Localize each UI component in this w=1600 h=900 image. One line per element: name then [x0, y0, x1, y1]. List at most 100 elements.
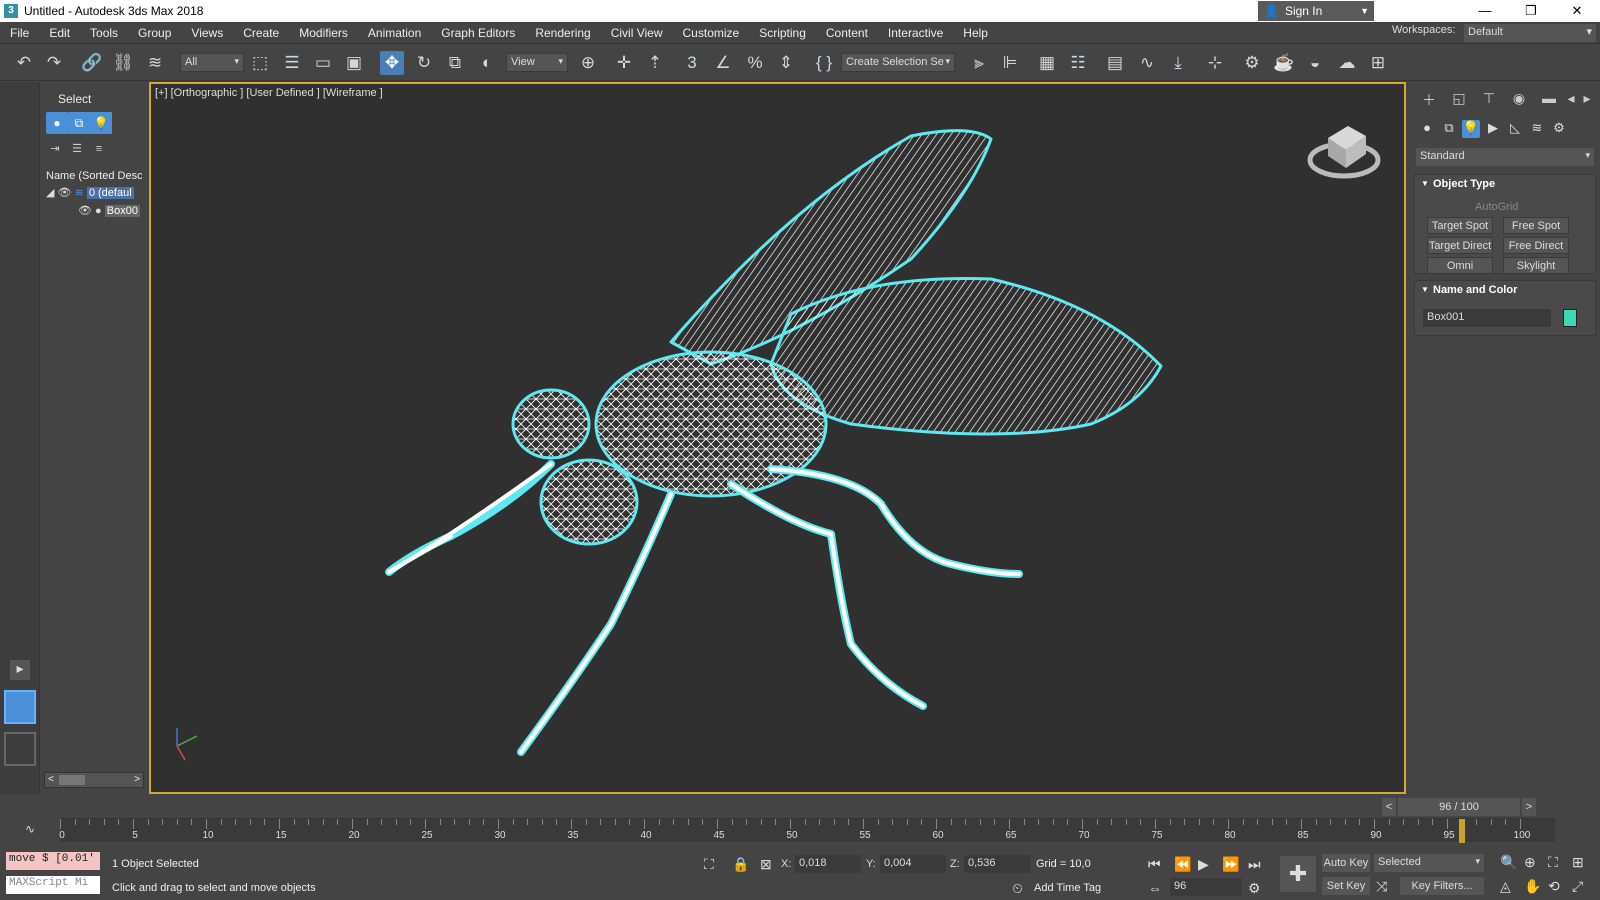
curve-editor-icon[interactable]: ∿ — [1135, 51, 1159, 75]
menu-tools[interactable]: Tools — [80, 26, 128, 40]
track-bar[interactable]: 0 5 10 15 20 25 30 35 40 45 50 55 60 65 70 75 80 85 90 95 10… — [59, 818, 1555, 843]
menu-civil-view[interactable]: Civil View — [601, 26, 673, 40]
named-selection-dropdown[interactable]: Create Selection Se — [841, 53, 955, 72]
bind-space-warp-icon[interactable]: ≋ — [143, 51, 167, 75]
prev-frame-button[interactable]: < — [1382, 798, 1396, 816]
lock-icon[interactable]: 🔒 — [732, 856, 749, 873]
percent-snap-icon[interactable]: % — [743, 51, 767, 75]
ref-coord-dropdown[interactable]: View — [506, 53, 568, 72]
object-row[interactable]: 👁 ● Box00 — [78, 204, 144, 220]
lights-category-icon[interactable]: 💡 — [1462, 120, 1480, 138]
move-icon[interactable]: ✥ — [380, 51, 404, 75]
isolate-selection-icon[interactable]: ⛶ — [704, 856, 714, 873]
default-in-out-icon[interactable]: ⤨ — [1376, 878, 1387, 895]
object-name-field[interactable]: Box001 — [1423, 309, 1551, 327]
link-icon[interactable]: 🔗 — [80, 51, 104, 75]
window-crossing-icon[interactable]: ▣ — [342, 51, 366, 75]
z-coordinate-field[interactable]: 0,536 — [964, 855, 1030, 873]
eye-icon[interactable]: 👁 — [78, 205, 92, 217]
menu-modifiers[interactable]: Modifiers — [289, 26, 358, 40]
object-color-swatch[interactable] — [1563, 309, 1577, 327]
absolute-mode-icon[interactable]: ⊠ — [760, 856, 772, 873]
restore-button[interactable]: ❐ — [1508, 0, 1554, 22]
prev-key-icon[interactable]: ⏪ — [1174, 856, 1191, 873]
object-type-title[interactable]: Object Type — [1415, 175, 1595, 193]
next-key-icon[interactable]: ⏩ — [1222, 856, 1239, 873]
selection-filter-dropdown[interactable]: All — [180, 53, 244, 72]
modify-tab-icon[interactable]: ◱ — [1448, 90, 1470, 110]
perspective-viewport[interactable]: [+] [Orthographic ] [User Defined ] [Wir… — [149, 82, 1406, 794]
time-config-icon[interactable]: ⚙ — [1248, 880, 1261, 897]
scroll-right-icon[interactable]: > — [131, 773, 143, 787]
render-cloud-icon[interactable]: ⊞ — [1366, 51, 1390, 75]
skylight-button[interactable]: Skylight — [1503, 257, 1569, 274]
rendered-frame-icon[interactable]: ◒ — [1303, 51, 1327, 75]
menu-file[interactable]: File — [0, 26, 39, 40]
dope-sheet-icon[interactable]: ⤓ — [1166, 51, 1190, 75]
align-icon[interactable]: ⊫ — [998, 51, 1022, 75]
create-tab-icon[interactable]: ＋ — [1418, 90, 1440, 110]
minimize-button[interactable]: — — [1462, 0, 1508, 22]
single-viewport-layout[interactable] — [4, 690, 36, 724]
menu-create[interactable]: Create — [233, 26, 289, 40]
close-button[interactable]: ✕ — [1554, 0, 1600, 22]
placement-icon[interactable]: ◐ — [475, 51, 499, 75]
sign-in-button[interactable]: 👤 Sign In ▼ — [1258, 1, 1374, 21]
key-selection-dropdown[interactable]: Selected — [1374, 854, 1484, 872]
systems-category-icon[interactable]: ⚙ — [1550, 120, 1568, 138]
collapse-arrow-icon[interactable]: ◢ — [46, 187, 54, 199]
menu-interactive[interactable]: Interactive — [878, 26, 953, 40]
maxscript-listener[interactable]: move $ [0.01' — [6, 852, 100, 870]
material-editor-icon[interactable]: ⚙ — [1240, 51, 1264, 75]
expand-arrow-icon[interactable]: ▸ — [10, 660, 30, 680]
menu-scripting[interactable]: Scripting — [749, 26, 816, 40]
edit-named-selection-icon[interactable]: { } — [812, 51, 836, 75]
fly-wireframe[interactable] — [151, 84, 1404, 792]
add-time-tag[interactable]: Add Time Tag — [1034, 882, 1101, 894]
select-by-name-icon[interactable]: ☰ — [280, 51, 304, 75]
redo-icon[interactable]: ↷ — [42, 51, 66, 75]
scroll-left-icon[interactable]: < — [45, 773, 57, 787]
maximize-viewport-icon[interactable]: ⤢ — [1572, 878, 1583, 895]
go-to-end-icon[interactable]: ⏭ — [1248, 856, 1261, 873]
menu-views[interactable]: Views — [181, 26, 233, 40]
render-setup-icon[interactable]: ☕ — [1272, 51, 1296, 75]
viewcube[interactable] — [1304, 112, 1384, 182]
auto-key-button[interactable]: Auto Key — [1322, 854, 1370, 872]
play-icon[interactable]: ▶ — [1198, 856, 1209, 873]
toggle-ribbon-icon[interactable]: ▤ — [1103, 51, 1127, 75]
schematic-view-icon[interactable]: ⊹ — [1203, 51, 1227, 75]
name-color-title[interactable]: Name and Color — [1415, 281, 1595, 299]
pan-icon[interactable]: ✋ — [1524, 878, 1541, 895]
layer-row[interactable]: ◢ 👁 ≋ 0 (defaul — [46, 186, 142, 202]
spacewarps-category-icon[interactable]: ≋ — [1528, 120, 1546, 138]
pivot-center-icon[interactable]: ⊕ — [576, 51, 600, 75]
angle-snap-icon[interactable]: ∠ — [711, 51, 735, 75]
omni-button[interactable]: Omni — [1427, 257, 1493, 274]
rotate-icon[interactable]: ↻ — [412, 51, 436, 75]
menu-graph-editors[interactable]: Graph Editors — [431, 26, 525, 40]
set-keys-icon[interactable]: ✚ — [1280, 856, 1316, 892]
keyboard-shortcut-icon[interactable]: ⇡ — [643, 51, 667, 75]
time-tag-icon[interactable]: ⏲ — [1012, 880, 1023, 897]
scale-icon[interactable]: ⧉ — [443, 51, 467, 75]
motion-tab-icon[interactable]: ◉ — [1508, 90, 1530, 110]
hierarchy-tab-icon[interactable]: ⊤ — [1478, 90, 1500, 110]
select-object-icon[interactable]: ⬚ — [248, 51, 272, 75]
free-direct-button[interactable]: Free Direct — [1503, 237, 1569, 254]
zoom-extents-icon[interactable]: ⛶ — [1548, 854, 1558, 871]
key-filters-button[interactable]: Key Filters... — [1400, 877, 1484, 895]
render-production-icon[interactable]: ☁ — [1335, 51, 1359, 75]
category-dropdown[interactable]: Standard — [1416, 148, 1594, 166]
cameras-category-icon[interactable]: ▶ — [1484, 120, 1502, 138]
menu-customize[interactable]: Customize — [673, 26, 750, 40]
spinner-snap-icon[interactable]: ⇕ — [774, 51, 798, 75]
sort-icon[interactable]: ⇥ — [46, 140, 64, 158]
autogrid-checkbox[interactable]: AutoGrid — [1475, 201, 1518, 213]
next-frame-button[interactable]: > — [1522, 798, 1536, 816]
layer-explorer-icon[interactable]: ☷ — [1066, 51, 1090, 75]
x-coordinate-field[interactable]: 0,018 — [795, 855, 861, 873]
rect-selection-icon[interactable]: ▭ — [311, 51, 335, 75]
display-lights-icon[interactable]: 💡 — [90, 112, 112, 134]
menu-animation[interactable]: Animation — [358, 26, 431, 40]
